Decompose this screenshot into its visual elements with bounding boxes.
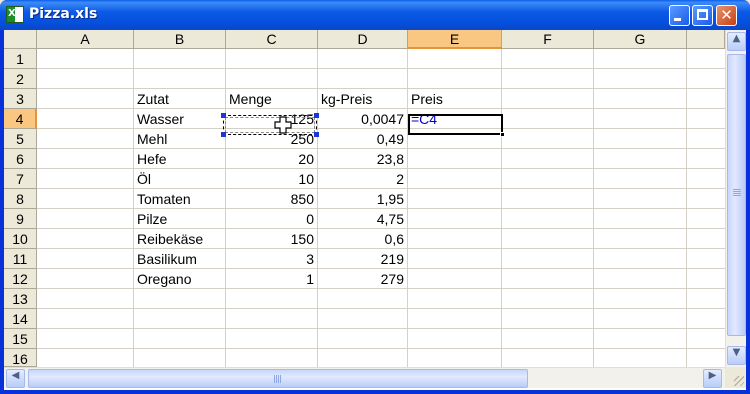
grip-icon — [274, 375, 282, 383]
row-header-16[interactable]: 16 — [4, 349, 37, 367]
column-header-h[interactable] — [687, 30, 725, 49]
close-icon: ✕ — [720, 6, 733, 24]
column-header-b[interactable]: B — [134, 30, 226, 49]
cell-c3[interactable]: Menge — [226, 89, 317, 109]
grip-icon — [733, 189, 741, 197]
close-button[interactable]: ✕ — [716, 5, 737, 26]
excel-window: Pizza.xls ✕ A B C D E F G 1 2 3 4 5 6 7 … — [0, 0, 750, 394]
column-header-a[interactable]: A — [37, 30, 134, 49]
row-header-10[interactable]: 10 — [4, 229, 37, 249]
window-title: Pizza.xls — [29, 6, 98, 22]
cell-d9[interactable]: 4,75 — [318, 209, 407, 229]
cell-b11[interactable]: Basilikum — [134, 249, 225, 269]
gridline — [37, 328, 725, 329]
reference-handle[interactable] — [314, 132, 319, 137]
cell-d3[interactable]: kg-Preis — [318, 89, 407, 109]
row-header-6[interactable]: 6 — [4, 149, 37, 169]
column-header-g[interactable]: G — [594, 30, 687, 49]
cell-c7[interactable]: 10 — [226, 169, 317, 189]
cell-d6[interactable]: 23,8 — [318, 149, 407, 169]
row-header-2[interactable]: 2 — [4, 69, 37, 89]
row-header-11[interactable]: 11 — [4, 249, 37, 269]
arrow-right-icon: ▶ — [708, 370, 717, 381]
gridline — [37, 348, 725, 349]
cell-d10[interactable]: 0,6 — [318, 229, 407, 249]
cell-b7[interactable]: Öl — [134, 169, 225, 189]
cell-c10[interactable]: 150 — [226, 229, 317, 249]
row-header-15[interactable]: 15 — [4, 329, 37, 349]
row-header-12[interactable]: 12 — [4, 269, 37, 289]
minimize-icon — [674, 18, 681, 21]
worksheet[interactable]: A B C D E F G 1 2 3 4 5 6 7 8 9 10 11 12… — [4, 30, 746, 390]
row-header-3[interactable]: 3 — [4, 89, 37, 109]
scroll-up-button[interactable]: ▲ — [727, 32, 746, 51]
reference-handle[interactable] — [221, 113, 226, 118]
cell-b12[interactable]: Oregano — [134, 269, 225, 289]
cell-b8[interactable]: Tomaten — [134, 189, 225, 209]
fill-handle[interactable] — [500, 132, 505, 137]
cell-c9[interactable]: 0 — [226, 209, 317, 229]
maximize-icon — [697, 9, 708, 20]
cell-d5[interactable]: 0,49 — [318, 129, 407, 149]
horizontal-scrollbar[interactable]: ◀ ▶ — [4, 367, 725, 388]
select-all-corner[interactable] — [4, 30, 37, 49]
row-header-8[interactable]: 8 — [4, 189, 37, 209]
active-cell-e4[interactable] — [408, 114, 503, 135]
size-grip[interactable] — [725, 367, 746, 388]
column-header-e[interactable]: E — [408, 30, 502, 49]
cell-b6[interactable]: Hefe — [134, 149, 225, 169]
excel-icon[interactable] — [6, 6, 24, 23]
cell-b3[interactable]: Zutat — [134, 89, 225, 109]
row-header-7[interactable]: 7 — [4, 169, 37, 189]
arrow-up-icon: ▲ — [732, 33, 741, 44]
cell-b5[interactable]: Mehl — [134, 129, 225, 149]
cross-cursor-icon — [274, 116, 292, 134]
cell-b4[interactable]: Wasser — [134, 109, 225, 129]
reference-handle[interactable] — [221, 132, 226, 137]
row-header-9[interactable]: 9 — [4, 209, 37, 229]
column-header-f[interactable]: F — [502, 30, 594, 49]
cell-c6[interactable]: 20 — [226, 149, 317, 169]
cell-d8[interactable]: 1,95 — [318, 189, 407, 209]
scroll-down-button[interactable]: ▼ — [727, 346, 746, 365]
cell-b9[interactable]: Pilze — [134, 209, 225, 229]
column-header-d[interactable]: D — [318, 30, 408, 49]
cell-d7[interactable]: 2 — [318, 169, 407, 189]
vertical-scrollbar[interactable]: ▲ ▼ — [725, 30, 746, 367]
vertical-scroll-thumb[interactable] — [727, 54, 746, 336]
row-header-1[interactable]: 1 — [4, 49, 37, 69]
scroll-right-button[interactable]: ▶ — [703, 369, 722, 388]
horizontal-scroll-thumb[interactable] — [28, 369, 528, 388]
minimize-button[interactable] — [669, 5, 690, 26]
cell-d12[interactable]: 279 — [318, 269, 407, 289]
cell-c11[interactable]: 3 — [226, 249, 317, 269]
cell-c8[interactable]: 850 — [226, 189, 317, 209]
title-bar[interactable]: Pizza.xls ✕ — [0, 0, 750, 30]
gridline — [37, 308, 725, 309]
cell-d4[interactable]: 0,0047 — [318, 109, 407, 129]
reference-handle[interactable] — [314, 113, 319, 118]
cell-e3[interactable]: Preis — [408, 89, 501, 109]
row-header-5[interactable]: 5 — [4, 129, 37, 149]
gridline — [37, 68, 725, 69]
row-header-14[interactable]: 14 — [4, 309, 37, 329]
column-header-c[interactable]: C — [226, 30, 318, 49]
cell-b10[interactable]: Reibekäse — [134, 229, 225, 249]
cell-c12[interactable]: 1 — [226, 269, 317, 289]
row-header-4[interactable]: 4 — [4, 109, 37, 129]
arrow-down-icon: ▼ — [732, 347, 741, 358]
scroll-left-button[interactable]: ◀ — [6, 369, 25, 388]
arrow-left-icon: ◀ — [11, 370, 20, 381]
maximize-button[interactable] — [692, 5, 713, 26]
row-header-13[interactable]: 13 — [4, 289, 37, 309]
cell-d11[interactable]: 219 — [318, 249, 407, 269]
reference-marquee[interactable] — [223, 115, 317, 135]
